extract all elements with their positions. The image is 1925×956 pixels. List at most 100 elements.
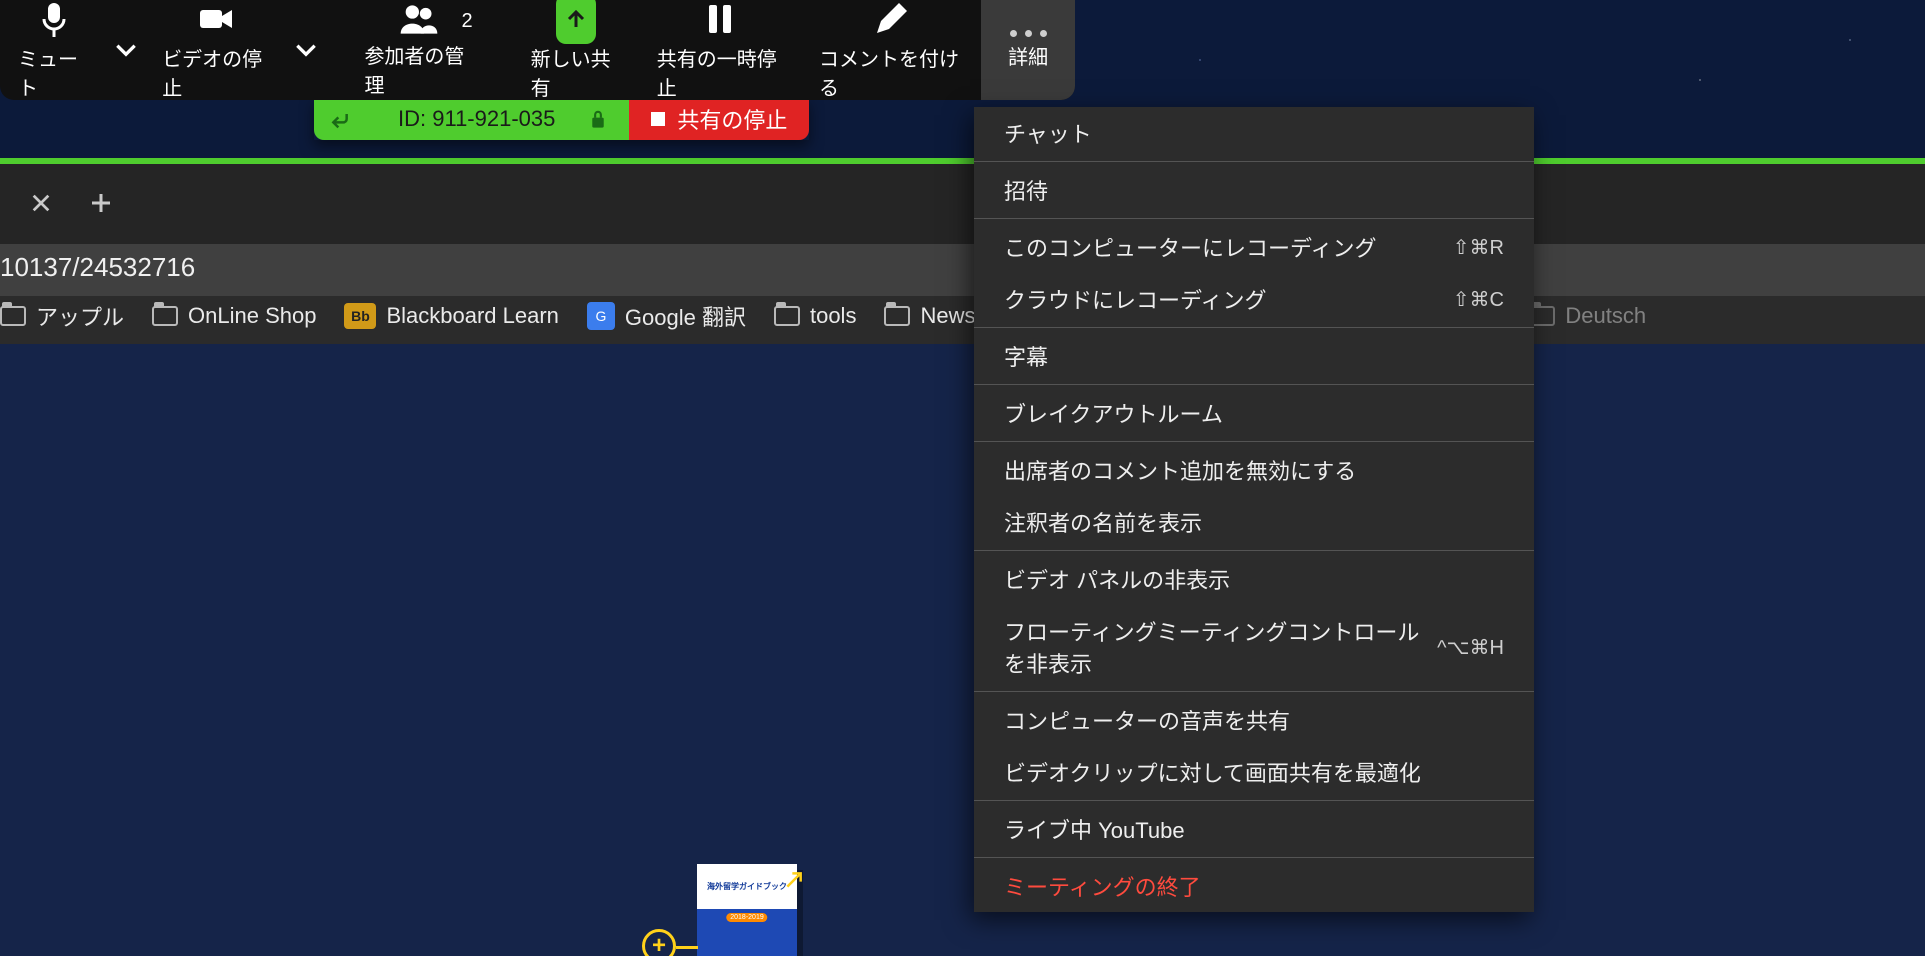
stop-icon [651, 112, 665, 126]
new-share-label: 新しい共有 [531, 43, 621, 101]
zoom-in-node[interactable]: + [642, 929, 676, 956]
menu-divider [974, 327, 1534, 328]
menu-end-meeting[interactable]: ミーティングの終了 [974, 860, 1534, 912]
bookmark-label: tools [810, 303, 856, 329]
bookmark-label: Deutsch [1565, 303, 1646, 329]
menu-breakout[interactable]: ブレイクアウトルーム [974, 387, 1534, 439]
menu-divider [974, 691, 1534, 692]
bookmark-label: Blackboard Learn [386, 303, 558, 329]
bookmark-google-translate[interactable]: G Google 翻訳 [587, 300, 746, 332]
menu-caption[interactable]: 字幕 [974, 330, 1534, 382]
menu-item-label: フローティングミーティングコントロールを非表示 [1004, 615, 1437, 679]
folder-icon [152, 306, 178, 326]
menu-share-computer-audio[interactable]: コンピューターの音声を共有 [974, 694, 1534, 746]
menu-divider [974, 384, 1534, 385]
menu-item-label: チャット [1004, 117, 1092, 149]
menu-optimize-video-clip[interactable]: ビデオクリップに対して画面共有を最適化 [974, 746, 1534, 798]
doc-card-year: 2018-2019 [726, 913, 767, 922]
stop-video-label: ビデオの停止 [162, 43, 270, 101]
menu-record-cloud[interactable]: クラウドにレコーディング ⇧⌘C [974, 273, 1534, 325]
menu-item-label: ライブ中 YouTube [1004, 813, 1185, 845]
doc-card-body: 2018-2019 [697, 909, 797, 956]
camera-icon [196, 0, 236, 39]
tab-close-button[interactable] [26, 188, 56, 218]
pause-icon [700, 0, 740, 39]
video-options-caret[interactable] [288, 0, 324, 100]
menu-item-label: 字幕 [1004, 340, 1048, 372]
participants-count-badge: 2 [462, 10, 473, 33]
bookmark-label: News [920, 303, 975, 329]
address-bar-fragment[interactable]: 10137/24532716 [0, 252, 195, 283]
translate-icon: G [587, 302, 615, 330]
menu-divider [974, 218, 1534, 219]
more-dots-icon [1010, 30, 1047, 37]
return-arrow-icon [330, 109, 350, 129]
annotate-label: コメントを付ける [819, 43, 963, 101]
menu-show-annotator-names[interactable]: 注釈者の名前を表示 [974, 496, 1534, 548]
doc-card-guidebook[interactable]: 海外留学ガイドブック 2018-2019 [697, 864, 797, 956]
bookmark-deutsch[interactable]: Deutsch [1529, 303, 1646, 329]
meeting-id-badge[interactable]: ID: 911-921-035 [314, 98, 629, 140]
menu-divider [974, 550, 1534, 551]
menu-item-shortcut: ^⌥⌘H [1437, 635, 1504, 660]
folder-icon [884, 306, 910, 326]
microphone-icon [34, 0, 74, 39]
menu-item-label: ビデオクリップに対して画面共有を最適化 [1004, 756, 1421, 788]
more-button[interactable]: 詳細 [981, 0, 1075, 100]
zoom-toolbar: ミュート ビデオの停止 2 参加者の管理 新しい共有 共有の一時停止 [0, 0, 1075, 100]
menu-divider [974, 857, 1534, 858]
new-share-button[interactable]: 新しい共有 [513, 0, 639, 100]
menu-chat[interactable]: チャット [974, 107, 1534, 159]
bookmark-label: Google 翻訳 [625, 300, 746, 332]
new-tab-button[interactable] [86, 188, 116, 218]
pencil-icon [871, 0, 911, 39]
menu-hide-video-panel[interactable]: ビデオ パネルの非表示 [974, 553, 1534, 605]
menu-item-label: コンピューターの音声を共有 [1004, 704, 1290, 736]
menu-invite[interactable]: 招待 [974, 164, 1534, 216]
more-label: 詳細 [1008, 41, 1048, 70]
menu-item-label: ミーティングの終了 [1004, 870, 1201, 902]
content-canvas[interactable]: 海外留学ガイドブック 2018-2019 + ICTを活用した 能動的学習につい… [0, 344, 1925, 956]
bookmark-tools[interactable]: tools [774, 303, 856, 329]
bookmark-news[interactable]: News [884, 303, 975, 329]
launch-arrow-icon [784, 870, 804, 890]
pause-share-button[interactable]: 共有の一時停止 [639, 0, 801, 100]
bookmark-label: アップル [36, 300, 124, 332]
share-arrow-icon [556, 0, 596, 39]
bookmark-apple[interactable]: アップル [0, 300, 124, 332]
mute-label: ミュート [18, 43, 90, 101]
menu-item-label: ブレイクアウトルーム [1004, 397, 1223, 429]
meeting-id-text: ID: 911-921-035 [398, 106, 555, 132]
folder-icon [0, 306, 26, 326]
bookmark-blackboard[interactable]: Bb Blackboard Learn [344, 303, 558, 329]
menu-item-label: ビデオ パネルの非表示 [1004, 563, 1230, 595]
stop-share-label: 共有の停止 [677, 103, 787, 135]
menu-item-label: このコンピューターにレコーディング [1004, 231, 1376, 263]
bookmark-label: OnLine Shop [188, 303, 316, 329]
menu-record-local[interactable]: このコンピューターにレコーディング ⇧⌘R [974, 221, 1534, 273]
stop-video-button[interactable]: ビデオの停止 [144, 0, 288, 100]
menu-item-shortcut: ⇧⌘C [1453, 287, 1504, 312]
menu-disable-attendee-annot[interactable]: 出席者のコメント追加を無効にする [974, 444, 1534, 496]
menu-item-label: 招待 [1004, 174, 1048, 206]
bb-icon: Bb [344, 303, 376, 329]
mute-button[interactable]: ミュート [0, 0, 108, 100]
browser-tab-strip [0, 164, 1925, 244]
menu-item-shortcut: ⇧⌘R [1453, 235, 1504, 260]
more-menu: チャット 招待 このコンピューターにレコーディング ⇧⌘R クラウドにレコーディ… [974, 107, 1534, 912]
browser-address-strip [0, 244, 1925, 296]
annotate-button[interactable]: コメントを付ける [801, 0, 981, 100]
manage-participants-button[interactable]: 2 参加者の管理 [324, 0, 512, 100]
manage-participants-label: 参加者の管理 [364, 40, 472, 98]
participants-icon [399, 2, 439, 35]
doc-card-title: 海外留学ガイドブック [707, 881, 787, 892]
share-control-bar: ID: 911-921-035 共有の停止 [314, 98, 809, 140]
menu-live-youtube[interactable]: ライブ中 YouTube [974, 803, 1534, 855]
menu-hide-floating-controls[interactable]: フローティングミーティングコントロールを非表示 ^⌥⌘H [974, 605, 1534, 689]
stop-share-button[interactable]: 共有の停止 [629, 98, 809, 140]
menu-divider [974, 161, 1534, 162]
folder-icon [774, 306, 800, 326]
bookmark-onlineshop[interactable]: OnLine Shop [152, 303, 316, 329]
lock-icon [589, 109, 607, 129]
mute-options-caret[interactable] [108, 0, 144, 100]
